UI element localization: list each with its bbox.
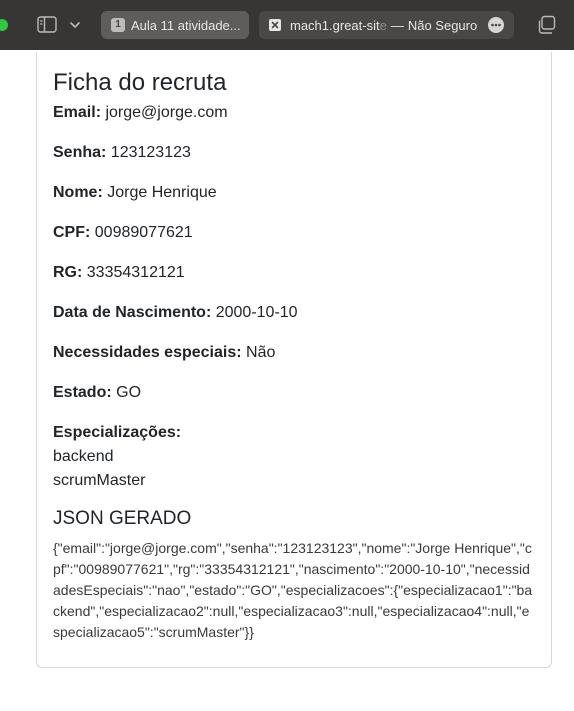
- field-label: Data de Nascimento:: [53, 304, 212, 321]
- recruit-card: Ficha do recruta Email: jorge@jorge.com …: [36, 52, 552, 668]
- tab-separator: —: [390, 17, 404, 33]
- sidebar-toggle-icon[interactable]: [37, 16, 57, 33]
- field-label: Estado:: [53, 384, 112, 401]
- tab-overview-icon[interactable]: [536, 15, 556, 35]
- chevron-down-icon[interactable]: [68, 18, 82, 32]
- field-value: 00989077621: [94, 224, 193, 241]
- tab-host-faded: e: [379, 17, 387, 33]
- field-value: 33354312121: [86, 264, 185, 281]
- more-options-icon[interactable]: [488, 17, 504, 33]
- tab-number-badge: 1: [111, 18, 125, 32]
- tab-title: Aula 11 atividade...: [131, 17, 241, 33]
- field-email: Email: jorge@jorge.com: [53, 103, 535, 123]
- field-value: 2000-10-10: [215, 304, 298, 321]
- field-value: GO: [116, 384, 142, 401]
- json-section-title: JSON GERADO: [53, 508, 192, 529]
- field-value: Não: [246, 344, 276, 361]
- window-zoom-button[interactable]: [0, 19, 8, 31]
- close-icon[interactable]: [269, 19, 281, 31]
- field-label: Nome:: [53, 184, 103, 201]
- field-especializacoes: Especializações:: [53, 423, 535, 443]
- field-rg: RG: 33354312121: [53, 263, 535, 283]
- page-title: Ficha do recruta: [53, 69, 227, 96]
- field-label: Email:: [53, 104, 102, 121]
- field-cpf: CPF: 00989077621: [53, 223, 535, 243]
- field-label: RG:: [53, 264, 83, 281]
- specialization-item: scrumMaster: [53, 472, 146, 489]
- field-value: 123123123: [110, 144, 191, 161]
- field-label: CPF:: [53, 224, 91, 241]
- field-estado: Estado: GO: [53, 383, 535, 403]
- field-nascimento: Data de Nascimento: 2000-10-10: [53, 303, 535, 323]
- field-label: Especializações:: [53, 424, 182, 441]
- field-necessidades-especiais: Necessidades especiais: Não: [53, 343, 535, 363]
- field-value: jorge@jorge.com: [105, 104, 228, 121]
- field-value: Jorge Henrique: [107, 184, 217, 201]
- field-nome: Nome: Jorge Henrique: [53, 183, 535, 203]
- tab-security-label: Não Seguro: [407, 17, 478, 33]
- tab-mach1[interactable]: mach1.great-site — Não Seguro: [259, 11, 514, 39]
- tab-title: mach1.great-site — Não Seguro: [290, 18, 480, 33]
- specialization-item: backend: [53, 448, 114, 465]
- tab-host: mach1.great-sit: [290, 17, 380, 33]
- tab-aula-11[interactable]: 1 Aula 11 atividade...: [101, 11, 249, 39]
- browser-toolbar: 1 Aula 11 atividade... mach1.great-site —…: [0, 0, 574, 50]
- json-output: {"email":"jorge@jorge.com","senha":"1231…: [53, 540, 533, 640]
- field-label: Necessidades especiais:: [53, 344, 242, 361]
- field-label: Senha:: [53, 144, 107, 161]
- field-senha: Senha: 123123123: [53, 143, 535, 163]
